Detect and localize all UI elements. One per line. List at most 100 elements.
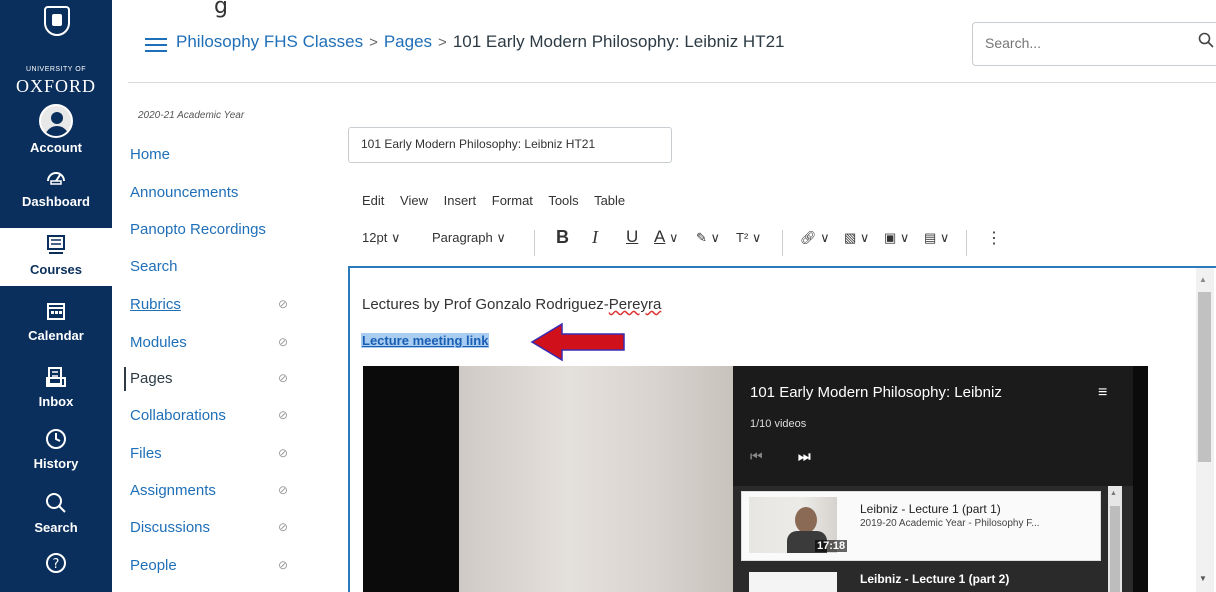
red-arrow-annotation-icon [530, 322, 625, 362]
editor-menubar: Edit View Insert Format Tools Table [362, 193, 637, 208]
menu-insert[interactable]: Insert [444, 193, 477, 208]
global-nav-courses[interactable]: Courses [0, 228, 112, 286]
hidden-eye-icon: ⊘ [278, 446, 289, 460]
font-size-value: 12pt [362, 230, 388, 245]
course-nav-label: Modules [130, 334, 187, 351]
image-button[interactable]: ▧ ∨ [844, 230, 869, 246]
toolbar-divider [966, 230, 967, 256]
link-icon: 🔗︎ [800, 230, 817, 245]
course-nav-label: Assignments [130, 482, 216, 499]
video-thumbnail [749, 572, 837, 592]
oxford-logo[interactable]: UNIVERSITY OF OXFORD [0, 0, 112, 100]
media-icon: ▣ [884, 230, 897, 245]
global-nav-dashboard[interactable]: Dashboard [0, 160, 112, 218]
link-button[interactable]: 🔗︎ ∨ [800, 230, 830, 246]
calendar-icon [43, 300, 69, 326]
search-box [972, 22, 1216, 66]
course-nav-assignments[interactable]: Assignments [130, 482, 216, 499]
hidden-eye-icon: ⊘ [278, 297, 289, 311]
text-color-button[interactable]: A ∨ [654, 227, 678, 247]
crest-icon [44, 6, 70, 36]
next-video-icon[interactable]: ⏭︎ [798, 448, 811, 465]
highlight-button[interactable]: ✎ ∨ [696, 230, 720, 246]
lectures-text: Lectures by Prof Gonzalo Rodriguez- [362, 296, 609, 313]
chevron-down-icon: ∨ [496, 230, 506, 245]
course-nav-discussions[interactable]: Discussions [130, 519, 210, 536]
lectures-name-misspelled: Pereyra [608, 296, 662, 313]
global-nav-history[interactable]: History [0, 422, 112, 480]
menu-table[interactable]: Table [594, 193, 625, 208]
course-nav-collaborations[interactable]: Collaborations [130, 407, 226, 424]
menu-format[interactable]: Format [492, 193, 533, 208]
breadcrumb: Philosophy FHS Classes > Pages >101 Early M… [176, 32, 785, 52]
breadcrumb-current: 101 Early Modern Philosophy: Leibniz HT2… [452, 32, 785, 51]
hamburger-menu-icon[interactable] [145, 38, 167, 52]
block-format-dropdown[interactable]: Paragraph ∨ [432, 230, 506, 246]
playlist-title: 101 Early Modern Philosophy: Leibniz [750, 384, 1002, 401]
svg-text:?: ? [53, 557, 60, 572]
playlist-scroll-up-icon[interactable]: ▲ [1110, 490, 1117, 497]
avatar-icon [39, 104, 73, 138]
course-nav-files[interactable]: Files [130, 445, 162, 462]
scroll-up-arrow-icon[interactable]: ▲ [1199, 275, 1207, 284]
global-nav-label: Account [30, 140, 82, 155]
top-strip: g [0, 0, 1216, 22]
lecture-meeting-link[interactable]: Lecture meeting link [361, 333, 490, 348]
scroll-down-arrow-icon[interactable]: ▼ [1199, 574, 1207, 583]
document-icon: ▤ [924, 230, 937, 245]
course-nav-label: Search [130, 258, 178, 275]
course-nav-announcements[interactable]: Announcements [130, 184, 238, 201]
image-icon: ▧ [844, 230, 857, 245]
superscript-button[interactable]: T² ∨ [736, 230, 761, 246]
course-nav-pages[interactable]: Pages [124, 367, 173, 391]
global-nav-label: Calendar [28, 328, 84, 343]
global-nav-account[interactable]: Account [0, 100, 112, 158]
breadcrumb-course[interactable]: Philosophy FHS Classes [176, 32, 363, 51]
logo-university-big: OXFORD [15, 76, 96, 96]
course-nav-search[interactable]: Search [130, 258, 178, 275]
global-nav-help[interactable]: ? [0, 546, 112, 592]
course-nav-modules[interactable]: Modules [130, 334, 187, 351]
course-nav-rubrics[interactable]: Rubrics [130, 296, 181, 313]
playlist-scrollbar-thumb[interactable] [1110, 506, 1120, 592]
toolbar-divider [534, 230, 535, 256]
global-nav-search[interactable]: Search [0, 486, 112, 544]
course-nav-label: Files [130, 445, 162, 462]
menu-edit[interactable]: Edit [362, 193, 384, 208]
search-icon[interactable] [1198, 32, 1214, 53]
chevron-down-icon: ∨ [820, 230, 830, 245]
global-nav-calendar[interactable]: Calendar [0, 294, 112, 352]
lectures-paragraph: Lectures by Prof Gonzalo Rodriguez-Perey… [362, 296, 661, 313]
menu-view[interactable]: View [400, 193, 428, 208]
playlist-menu-icon[interactable]: ≡ [1098, 384, 1107, 402]
chevron-down-icon: ∨ [751, 230, 762, 245]
app-root: g UNIVERSITY OF OXFORD Account Dashboard… [0, 0, 1216, 592]
document-button[interactable]: ▤ ∨ [924, 230, 949, 246]
global-nav-label: History [33, 456, 79, 471]
hidden-eye-icon: ⊘ [278, 371, 289, 385]
course-nav-panopto-recordings[interactable]: Panopto Recordings [130, 221, 266, 238]
menu-tools[interactable]: Tools [548, 193, 578, 208]
course-nav-people[interactable]: People [130, 557, 177, 574]
underline-button[interactable]: U [626, 227, 638, 247]
inbox-icon [43, 366, 69, 392]
global-nav-label: Inbox [38, 394, 74, 409]
page-title-input[interactable]: 101 Early Modern Philosophy: Leibniz HT2… [348, 127, 672, 163]
media-button[interactable]: ▣ ∨ [884, 230, 909, 246]
search-input[interactable] [985, 35, 1165, 51]
chevron-down-icon: ∨ [939, 230, 950, 245]
history-icon [43, 428, 69, 454]
global-nav-label: Search [34, 520, 78, 535]
breadcrumb-pages[interactable]: Pages [384, 32, 432, 51]
course-nav-label: Panopto Recordings [130, 221, 266, 238]
hidden-eye-icon: ⊘ [278, 483, 289, 497]
video-frame [459, 366, 735, 592]
italic-button[interactable]: I [592, 227, 598, 248]
course-nav-home[interactable]: Home [130, 146, 170, 163]
more-options-icon[interactable]: ⋮ [986, 228, 1002, 248]
global-nav-inbox[interactable]: Inbox [0, 360, 112, 418]
font-size-dropdown[interactable]: 12pt ∨ [362, 230, 400, 246]
editor-scrollbar-thumb[interactable] [1198, 292, 1211, 462]
previous-video-icon[interactable]: ⏮︎ [750, 448, 763, 465]
bold-button[interactable]: B [556, 227, 569, 248]
